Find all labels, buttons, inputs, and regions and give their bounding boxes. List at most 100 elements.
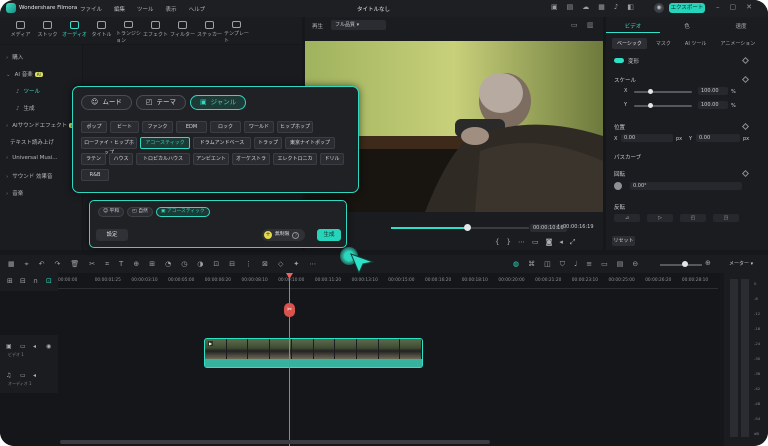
genre-chip[interactable]: ワールド: [244, 121, 274, 133]
zoom-in-icon[interactable]: ⊕: [705, 259, 711, 267]
minimize-icon[interactable]: –: [716, 3, 720, 11]
ai-tool-icon[interactable]: ✦: [293, 260, 299, 269]
add-track-icon[interactable]: ⊞: [7, 277, 13, 285]
snap-icon[interactable]: ⌘: [528, 260, 535, 269]
folder-icon[interactable]: ▭: [20, 343, 26, 350]
segment-mood[interactable]: ☺ ムード: [81, 95, 132, 110]
timeline-scrollbar[interactable]: [60, 440, 490, 444]
camera-icon[interactable]: ◙: [546, 238, 553, 247]
playhead[interactable]: [289, 273, 290, 446]
reset-button[interactable]: リセット: [612, 236, 635, 246]
sidebar-item-ai-music[interactable]: ⌄ AI 音楽 AI: [6, 70, 43, 78]
quality-select[interactable]: フル品質 ▾: [331, 20, 386, 30]
scale-x-slider[interactable]: [634, 91, 692, 93]
tab-filter[interactable]: フィルター: [170, 17, 195, 44]
menu-view[interactable]: 表示: [166, 5, 177, 13]
genre-chip[interactable]: ファンク: [142, 121, 173, 133]
volume-icon[interactable]: ◂: [559, 238, 563, 247]
mask-icon[interactable]: ⊟: [229, 260, 235, 269]
snapshot-icon[interactable]: ▭: [571, 21, 578, 29]
rotate-dial[interactable]: [614, 182, 622, 190]
subtab-mask[interactable]: マスク: [651, 38, 676, 49]
genre-chip[interactable]: ラテン: [81, 153, 106, 165]
redo-icon[interactable]: ↷: [54, 260, 60, 269]
tab-video[interactable]: ビデオ: [606, 17, 660, 33]
shield-icon[interactable]: ⛉: [560, 260, 565, 269]
grid-icon[interactable]: ▦: [598, 3, 605, 11]
marker-icon[interactable]: ◫: [544, 260, 551, 269]
transform-toggle[interactable]: [614, 58, 624, 63]
color-icon[interactable]: ◑: [197, 260, 203, 269]
tab-effect[interactable]: エフェクト: [143, 17, 168, 44]
flip-horizontal-button[interactable]: ⊿: [614, 214, 640, 222]
genre-chip[interactable]: ビート: [110, 121, 139, 133]
zoom-slider[interactable]: [660, 264, 702, 266]
crop-icon[interactable]: ⌗: [105, 260, 109, 269]
keyframe-icon[interactable]: [741, 169, 750, 178]
genre-chip[interactable]: オーケストラ: [232, 153, 270, 165]
cloud-icon[interactable]: ☁: [582, 3, 589, 11]
grid-icon[interactable]: ▦: [8, 260, 15, 269]
mark-in-icon[interactable]: {: [495, 238, 499, 247]
scale-y-slider[interactable]: [634, 105, 692, 107]
sidebar-item-tts[interactable]: テキスト読み上げ: [10, 138, 54, 146]
select-icon[interactable]: ⌖: [25, 260, 29, 269]
tab-sticker[interactable]: ステッカー: [197, 17, 222, 44]
keyframe-icon[interactable]: [741, 75, 750, 84]
keyframe-icon[interactable]: [741, 56, 750, 65]
link-icon[interactable]: ⊟: [20, 277, 26, 285]
gift-icon[interactable]: ◧: [627, 3, 634, 11]
menu-edit[interactable]: 編集: [114, 5, 125, 13]
menu-help[interactable]: ヘルプ: [189, 5, 206, 13]
more-icon[interactable]: ⋯: [518, 238, 525, 247]
progress-knob[interactable]: [463, 224, 471, 231]
subtab-animation[interactable]: アニメーション: [715, 38, 760, 49]
video-clip[interactable]: ▶: [204, 338, 423, 368]
genre-chip[interactable]: トラップ: [254, 137, 282, 149]
eye-icon[interactable]: ◉: [46, 343, 51, 350]
timer-icon[interactable]: ◷: [181, 260, 187, 269]
scale-x-input[interactable]: 100.00: [698, 87, 728, 95]
split-icon[interactable]: ✂: [89, 260, 95, 269]
meter-title[interactable]: メーター ▾: [729, 260, 753, 267]
speaker-icon[interactable]: ◂: [33, 372, 36, 379]
undo-icon[interactable]: ↶: [39, 260, 45, 269]
tag-genre[interactable]: ▣ アコースティック: [155, 207, 210, 217]
genre-chip[interactable]: ハウス: [109, 153, 133, 165]
sidebar-item-generate[interactable]: ♪ 生成: [16, 104, 35, 112]
genre-chip[interactable]: EDM: [176, 121, 207, 133]
rotate-input[interactable]: 0.00°: [630, 182, 742, 190]
save-icon[interactable]: ▣: [551, 3, 558, 11]
sidebar-item-purchased[interactable]: › 購入: [6, 53, 23, 61]
tag-mood[interactable]: ☺ 平和: [98, 207, 125, 217]
tag-theme[interactable]: ◰ 自然: [127, 207, 153, 217]
genre-chip[interactable]: 東京ナイトポップ: [285, 137, 335, 149]
genre-chip[interactable]: ロック: [210, 121, 241, 133]
layout-icon[interactable]: ▤: [567, 3, 574, 11]
sidebar-item-sound-effects[interactable]: › サウンド 効果音: [6, 172, 52, 180]
pos-x-input[interactable]: 0.00: [621, 134, 673, 142]
sidebar-item-universal-music[interactable]: › Universal Musi...: [6, 155, 58, 161]
zoom-out-icon[interactable]: ⊖: [632, 260, 638, 269]
segment-theme[interactable]: ◰ テーマ: [135, 95, 186, 110]
menu-tools[interactable]: ツール: [137, 5, 154, 13]
scale-x-knob[interactable]: [648, 89, 653, 94]
split-marker-icon[interactable]: ✂: [284, 303, 295, 317]
subtab-ai-tools[interactable]: AI ツール: [680, 38, 712, 49]
menu-file[interactable]: ファイル: [80, 5, 102, 13]
sidebar-item-ai-sfx[interactable]: ›AIサウンドエフェクトAI: [6, 121, 78, 129]
genre-chip[interactable]: ドリル: [320, 153, 344, 165]
text-icon[interactable]: T: [119, 260, 123, 269]
genre-chip[interactable]: アンビエント: [193, 153, 229, 165]
audio-edit-icon[interactable]: ⋮: [245, 260, 252, 269]
export-button[interactable]: エクスポート ▾: [669, 3, 705, 21]
tab-title[interactable]: タイトル: [89, 17, 114, 44]
ripple-icon[interactable]: ◍: [513, 260, 519, 269]
segment-genre[interactable]: ▣ ジャンル: [189, 95, 247, 110]
genre-chip[interactable]: ヒップホップ: [277, 121, 313, 133]
fullscreen-icon[interactable]: ⤢: [570, 238, 576, 247]
tab-color[interactable]: 色: [660, 17, 714, 33]
genre-chip[interactable]: R&B: [81, 169, 109, 181]
mark-out-icon[interactable]: }: [506, 238, 510, 247]
bell-icon[interactable]: ♪: [614, 3, 618, 11]
